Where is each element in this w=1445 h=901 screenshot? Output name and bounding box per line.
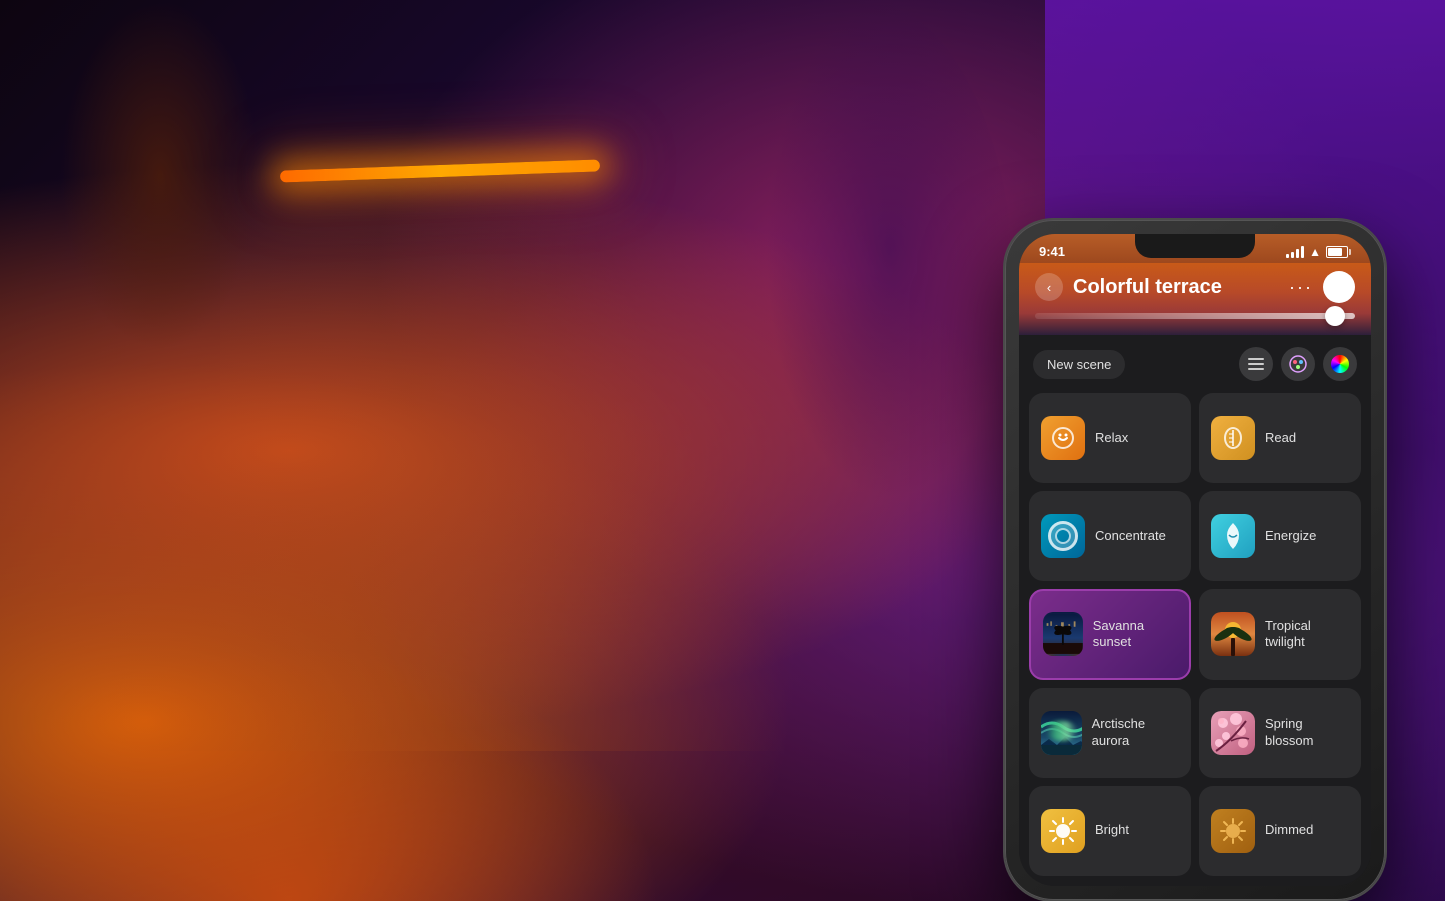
read-icon [1211, 416, 1255, 460]
read-label: Read [1265, 430, 1296, 447]
relax-icon [1041, 416, 1085, 460]
header-row: ‹ Colorful terrace ··· [1035, 271, 1355, 303]
phone-screen: 9:41 ▲ ‹ Colorful terrace ·· [1019, 234, 1371, 886]
energize-icon [1211, 514, 1255, 558]
tropical-icon [1211, 612, 1255, 656]
scene-card-dimmed[interactable]: Dimmed [1199, 786, 1361, 876]
phone-device: 9:41 ▲ ‹ Colorful terrace ·· [1005, 220, 1385, 900]
scene-card-savanna-sunset[interactable]: Savanna sunset [1029, 589, 1191, 679]
arctic-icon [1041, 711, 1082, 755]
scene-card-energize[interactable]: Energize [1199, 491, 1361, 581]
scene-card-spring-blossom[interactable]: Spring blossom [1199, 688, 1361, 778]
app-header: ‹ Colorful terrace ··· [1019, 263, 1371, 335]
scenes-grid: Relax Read [1019, 393, 1371, 886]
dimmed-label: Dimmed [1265, 822, 1313, 839]
filter-bar: New scene [1019, 335, 1371, 393]
status-bar: 9:41 ▲ [1019, 234, 1371, 263]
status-icons: ▲ [1286, 245, 1351, 259]
spiral-graphic [1048, 521, 1078, 551]
new-scene-button[interactable]: New scene [1033, 350, 1125, 379]
plant-left-decoration [60, 0, 260, 350]
avatar-button[interactable] [1323, 271, 1355, 303]
scene-card-read[interactable]: Read [1199, 393, 1361, 483]
app-content: New scene [1019, 335, 1371, 886]
brightness-slider-container[interactable] [1035, 313, 1355, 319]
palette-view-button[interactable] [1281, 347, 1315, 381]
battery-icon [1326, 246, 1351, 258]
color-wheel-button[interactable] [1323, 347, 1357, 381]
scene-card-relax[interactable]: Relax [1029, 393, 1191, 483]
brightness-thumb [1325, 306, 1345, 326]
phone-frame: 9:41 ▲ ‹ Colorful terrace ·· [1005, 220, 1385, 900]
more-options-button[interactable]: ··· [1289, 277, 1313, 298]
list-view-button[interactable] [1239, 347, 1273, 381]
back-button[interactable]: ‹ [1035, 273, 1063, 301]
concentrate-label: Concentrate [1095, 528, 1166, 545]
furniture-decoration [100, 351, 800, 751]
screen-title: Colorful terrace [1073, 276, 1279, 299]
relax-label: Relax [1095, 430, 1128, 447]
status-time: 9:41 [1039, 244, 1065, 259]
concentrate-icon [1041, 514, 1085, 558]
bright-icon [1041, 809, 1085, 853]
energize-label: Energize [1265, 528, 1316, 545]
wifi-icon: ▲ [1309, 245, 1321, 259]
spring-blossom-label: Spring blossom [1265, 716, 1349, 750]
savanna-icon [1043, 612, 1083, 656]
scene-card-arctische-aurora[interactable]: Arctische aurora [1029, 688, 1191, 778]
brightness-track [1035, 313, 1355, 319]
filter-icons [1239, 347, 1357, 381]
notch [1135, 234, 1255, 258]
signal-bars-icon [1286, 246, 1304, 258]
spring-icon [1211, 711, 1255, 755]
color-wheel-icon [1331, 355, 1349, 373]
savanna-sunset-label: Savanna sunset [1093, 618, 1177, 652]
scene-card-bright[interactable]: Bright [1029, 786, 1191, 876]
bright-label: Bright [1095, 822, 1129, 839]
arctische-aurora-label: Arctische aurora [1092, 716, 1179, 750]
scene-card-concentrate[interactable]: Concentrate [1029, 491, 1191, 581]
dimmed-icon [1211, 809, 1255, 853]
scene-card-tropical-twilight[interactable]: Tropical twilight [1199, 589, 1361, 679]
tropical-twilight-label: Tropical twilight [1265, 618, 1349, 652]
